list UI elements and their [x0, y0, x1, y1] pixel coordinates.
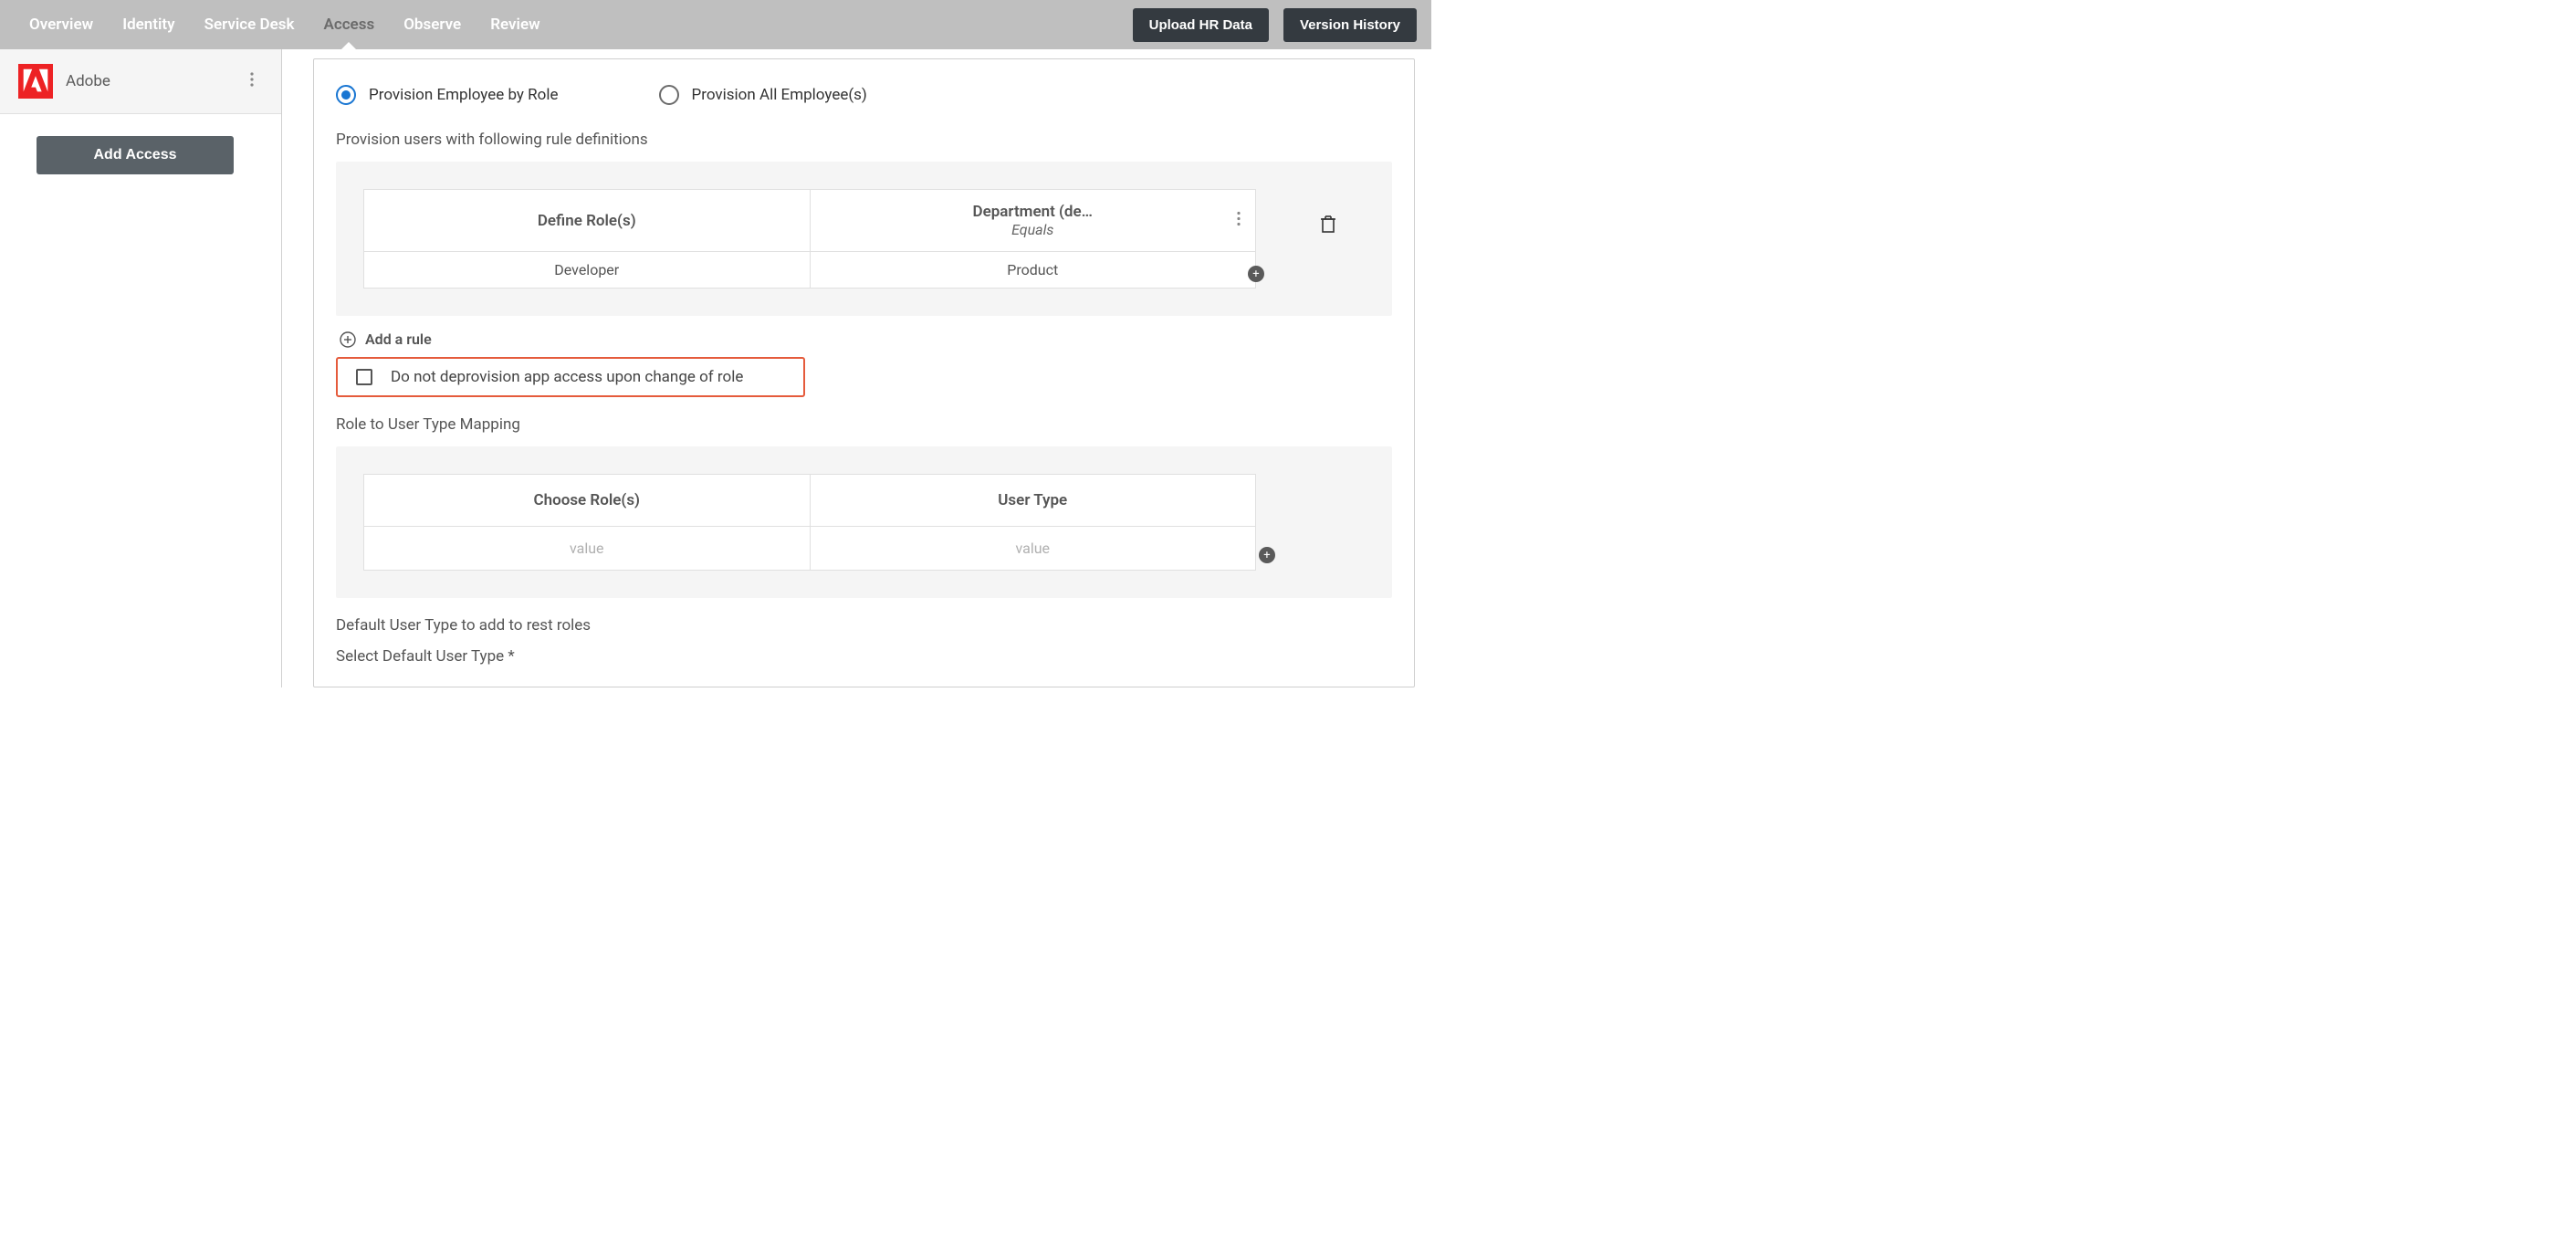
rules-data-row: Developer Product + — [364, 252, 1255, 288]
mapping-row1-col2[interactable]: value — [811, 527, 1256, 570]
main-content: Provision Employee by Role Provision All… — [282, 49, 1431, 687]
tab-review[interactable]: Review — [476, 0, 554, 49]
kebab-menu-icon[interactable] — [250, 72, 254, 91]
mapping-grid: Choose Role(s) User Type value value — [363, 474, 1256, 571]
tab-access[interactable]: Access — [309, 0, 389, 49]
radio-unselected-icon — [659, 85, 679, 105]
app-row[interactable]: Adobe — [0, 49, 281, 114]
select-default-user-type-label: Select Default User Type * — [336, 647, 1392, 666]
tab-overview[interactable]: Overview — [15, 0, 108, 49]
tab-observe[interactable]: Observe — [389, 0, 476, 49]
kebab-menu-icon[interactable] — [1237, 211, 1241, 230]
mapping-panel: Choose Role(s) User Type value value + — [336, 446, 1392, 598]
mapping-col1-header: Choose Role(s) — [364, 475, 811, 526]
rules-grid: Define Role(s) Department (de… Equals — [363, 189, 1256, 289]
main-layout: Adobe Add Access Provision Employee by R… — [0, 49, 1431, 687]
rules-col2-header-sub: Equals — [1011, 221, 1053, 238]
deprovision-checkbox-label: Do not deprovision app access upon chang… — [391, 368, 743, 386]
trash-icon[interactable] — [1320, 215, 1336, 236]
mapping-data-row: value value — [364, 527, 1255, 570]
rules-col2-header: Department (de… Equals — [811, 190, 1256, 251]
add-rule-button[interactable]: Add a rule — [336, 330, 1392, 348]
rules-header-row: Define Role(s) Department (de… Equals — [364, 190, 1255, 252]
rules-row1-col2[interactable]: Product — [811, 252, 1256, 288]
app-name-label: Adobe — [66, 72, 110, 90]
radio-provision-by-role[interactable]: Provision Employee by Role — [336, 85, 559, 105]
version-history-button[interactable]: Version History — [1283, 8, 1417, 42]
top-nav: Overview Identity Service Desk Access Ob… — [0, 0, 1431, 49]
add-access-wrap: Add Access — [0, 114, 281, 196]
radio-provision-all[interactable]: Provision All Employee(s) — [659, 85, 867, 105]
mapping-header-row: Choose Role(s) User Type — [364, 475, 1255, 527]
mapping-heading: Role to User Type Mapping — [336, 415, 1392, 434]
deprovision-checkbox-row: Do not deprovision app access upon chang… — [336, 357, 805, 397]
content-card: Provision Employee by Role Provision All… — [313, 58, 1415, 687]
rules-col2-header-label: Department (de… — [973, 203, 1093, 221]
adobe-logo-icon — [18, 64, 53, 99]
default-user-type-heading: Default User Type to add to rest roles — [336, 616, 1392, 635]
deprovision-checkbox[interactable] — [356, 369, 372, 385]
rules-col1-header: Define Role(s) — [364, 190, 811, 251]
mapping-row1-col1[interactable]: value — [364, 527, 811, 570]
add-mapping-icon[interactable]: + — [1259, 547, 1275, 563]
provision-radio-group: Provision Employee by Role Provision All… — [336, 85, 1392, 105]
nav-buttons: Upload HR Data Version History — [1133, 8, 1417, 42]
radio-by-role-label: Provision Employee by Role — [369, 86, 559, 104]
radio-all-label: Provision All Employee(s) — [692, 86, 867, 104]
upload-hr-data-button[interactable]: Upload HR Data — [1133, 8, 1269, 42]
add-column-icon[interactable]: + — [1248, 266, 1264, 282]
rules-heading: Provision users with following rule defi… — [336, 131, 1392, 149]
add-access-button[interactable]: Add Access — [37, 136, 234, 174]
add-rule-label: Add a rule — [365, 330, 432, 348]
mapping-col2-header: User Type — [811, 475, 1256, 526]
nav-tabs: Overview Identity Service Desk Access Ob… — [15, 0, 555, 49]
sidebar: Adobe Add Access — [0, 49, 282, 687]
rules-col1-header-label: Define Role(s) — [538, 212, 636, 230]
radio-selected-icon — [336, 85, 356, 105]
rules-panel: Define Role(s) Department (de… Equals — [336, 162, 1392, 316]
rules-row1-col1[interactable]: Developer — [364, 252, 811, 288]
tab-identity[interactable]: Identity — [108, 0, 189, 49]
tab-service-desk[interactable]: Service Desk — [190, 0, 309, 49]
plus-circle-outline-icon — [340, 331, 356, 348]
rules-table-wrap: Define Role(s) Department (de… Equals — [363, 189, 1365, 289]
